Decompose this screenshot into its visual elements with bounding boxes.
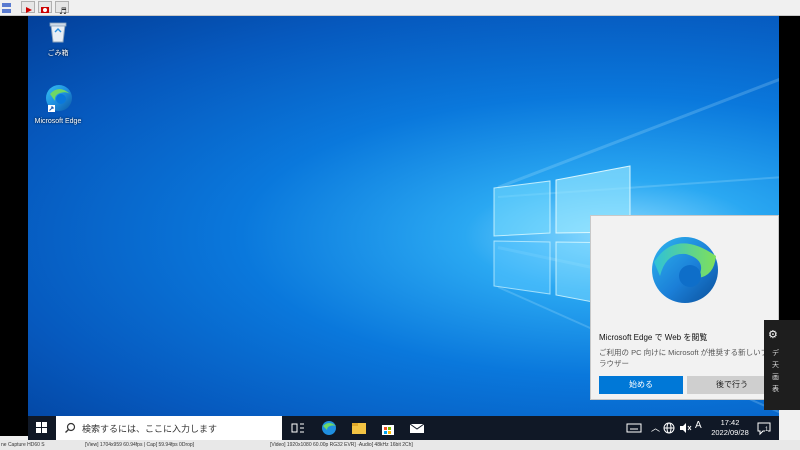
touch-keyboard-button[interactable] — [626, 419, 642, 437]
clock[interactable]: 17:42 2022/09/28 — [706, 418, 754, 438]
windows-start-icon — [36, 422, 47, 433]
notification-center-button[interactable]: 1 — [755, 419, 773, 437]
play-icon — [26, 7, 32, 13]
status-video: [Video] 1920x1080 60.00p RG32 EVR] ·Audi… — [270, 442, 413, 448]
speaker-muted-icon — [680, 423, 692, 433]
left-letterbox — [0, 16, 28, 436]
desktop-icon-recycle-bin[interactable]: ごみ箱 — [30, 20, 86, 58]
start-button[interactable] — [28, 416, 56, 440]
audio-button[interactable]: ♬ — [55, 1, 69, 17]
notification-title: Microsoft Edge で Web を閲覧 — [599, 333, 708, 342]
ime-indicator[interactable]: A — [695, 420, 702, 431]
cortana-circle-icon — [266, 423, 276, 433]
notification-icon — [757, 422, 771, 436]
status-device: ne Capture HD60 S — [1, 442, 45, 448]
recycle-bin-icon — [49, 22, 67, 43]
status-view: [View] 1704x959 60.94fps | Cap[ 59.94fps… — [85, 442, 195, 448]
edge-icon — [46, 85, 72, 112]
record-icon — [41, 7, 49, 13]
desktop-icon-edge[interactable]: Microsoft Edge — [30, 82, 86, 125]
settings-gear-icon[interactable]: ⚙ — [768, 328, 778, 341]
edge-icon — [322, 421, 336, 435]
svg-text:♬: ♬ — [59, 7, 67, 15]
keyboard-icon — [626, 423, 642, 433]
edge-promo-notification[interactable]: Microsoft Edge で Web を閲覧 ご利用の PC 向けに Mic… — [590, 215, 779, 400]
right-letterbox — [779, 16, 800, 320]
capture-toolbar: ♬ — [0, 0, 800, 17]
globe-icon — [663, 422, 675, 434]
music-note-icon: ♬ — [59, 7, 67, 17]
search-icon — [65, 422, 76, 433]
get-started-button[interactable]: 始める — [599, 376, 683, 394]
taskbar-edge-button[interactable] — [320, 419, 338, 437]
search-box[interactable]: 検索するには、ここに入力します — [56, 416, 282, 440]
task-view-icon — [291, 423, 304, 433]
mail-icon — [409, 423, 425, 433]
mail-button[interactable] — [408, 419, 426, 437]
action-center-edge[interactable]: ⚙ デ 天 画 表 — [764, 320, 800, 410]
store-bag-icon — [382, 425, 394, 435]
capture-status-bar: ne Capture HD60 S [View] 1704x959 60.94f… — [0, 440, 800, 450]
file-explorer-button[interactable] — [350, 419, 368, 437]
search-placeholder: 検索するには、ここに入力します — [82, 424, 218, 434]
play-button[interactable] — [21, 1, 35, 13]
notification-count: 1 — [765, 427, 769, 433]
task-view-button[interactable] — [290, 419, 306, 437]
network-button[interactable] — [662, 419, 676, 437]
clock-date: 2022/09/28 — [711, 428, 749, 437]
edge-icon — [652, 237, 718, 303]
cortana-button[interactable] — [264, 419, 278, 437]
desktop-icon-label: Microsoft Edge — [34, 118, 82, 125]
notification-body: ご利用の PC 向けに Microsoft が推奨する新しいブラウザー — [599, 348, 769, 368]
capture-app-icon[interactable] — [1, 1, 12, 13]
folder-icon — [352, 423, 366, 434]
side-panel-label: デ 天 画 表 — [772, 350, 779, 393]
show-hidden-icons-chevron-icon[interactable]: ︿ — [651, 421, 660, 434]
clock-time: 17:42 — [720, 418, 740, 427]
desktop-icon-label: ごみ箱 — [47, 50, 69, 57]
store-button[interactable] — [379, 419, 397, 437]
taskbar: 検索するには、ここに入力します ︿ A 17:42 2022/09/28 1 — [28, 416, 779, 440]
record-button[interactable] — [38, 1, 52, 13]
volume-button[interactable] — [678, 419, 692, 437]
